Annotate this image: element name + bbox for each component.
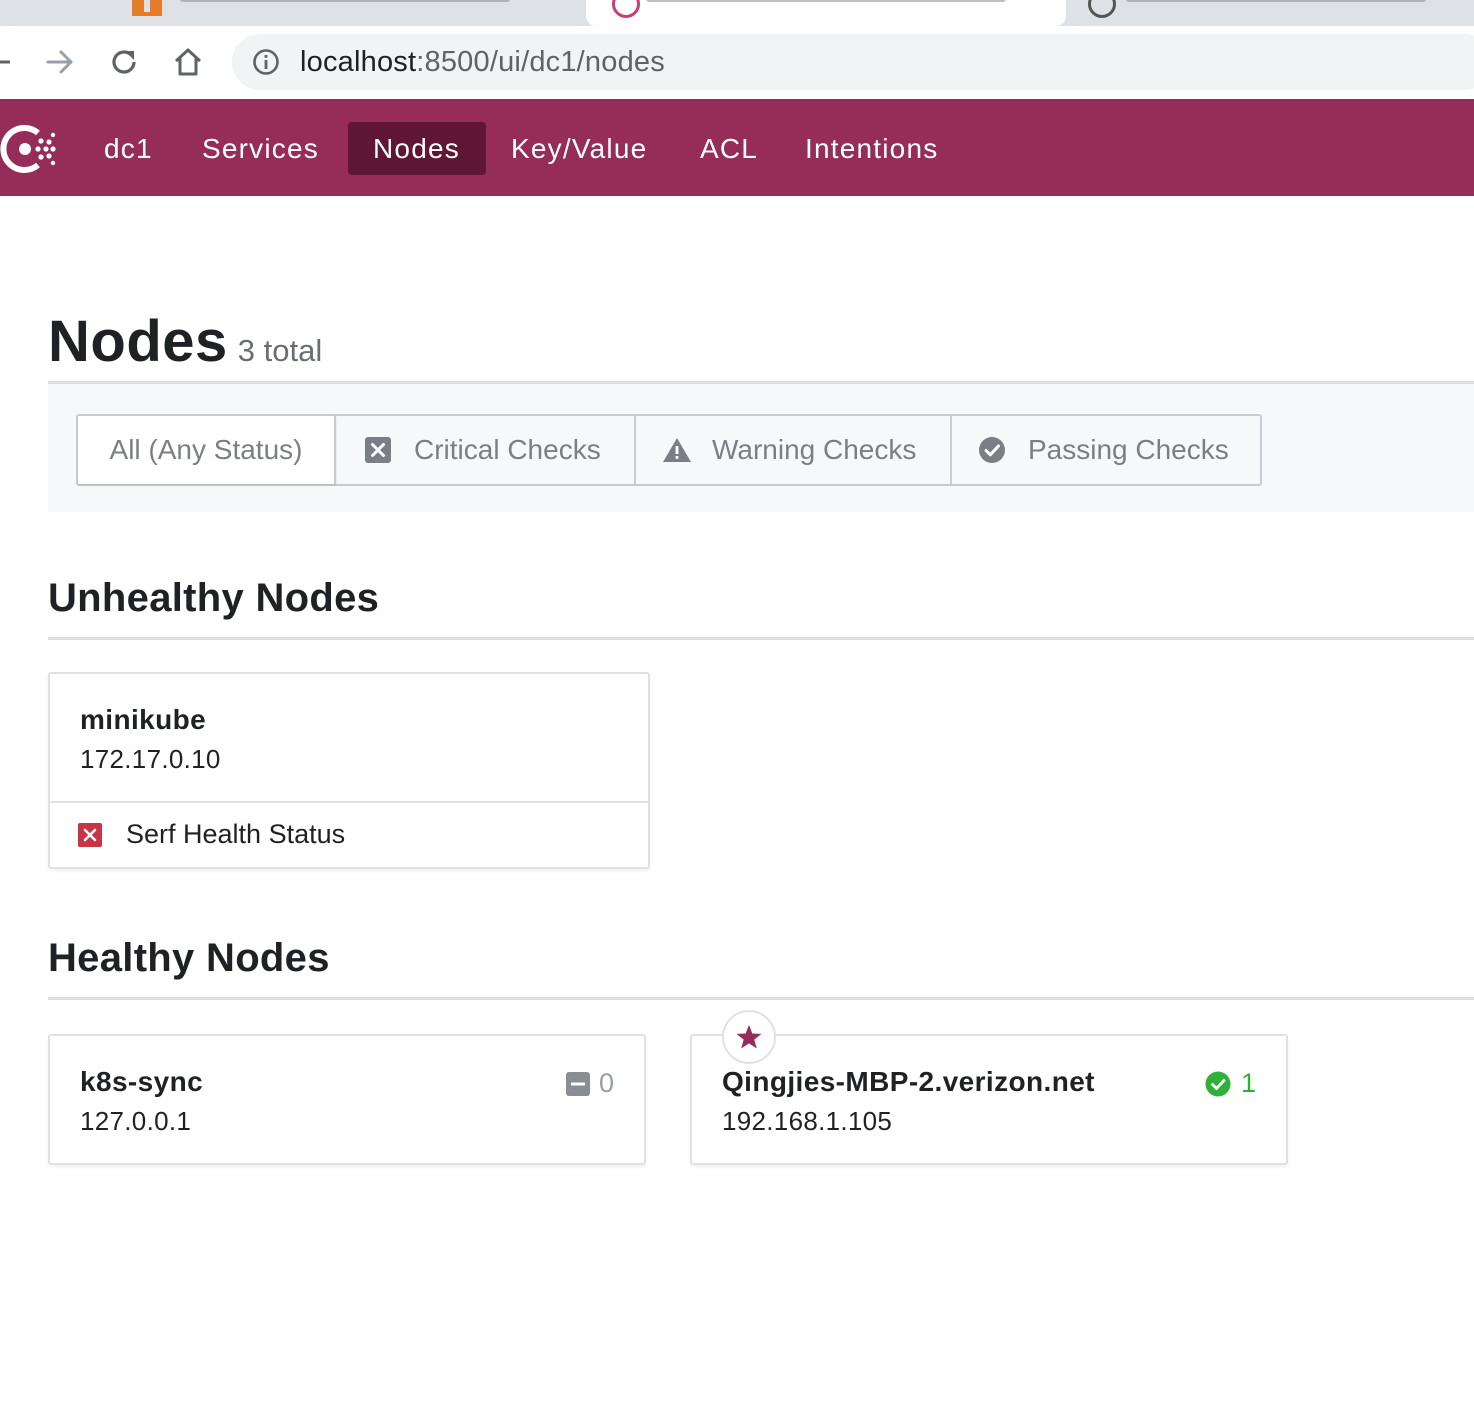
browser-toolbar: localhost:8500/ui/dc1/nodes bbox=[0, 26, 1474, 98]
filter-critical[interactable]: Critical Checks bbox=[336, 416, 636, 484]
info-icon[interactable] bbox=[252, 48, 280, 76]
browser-tab-strip bbox=[0, 0, 1474, 26]
healthy-node-card[interactable]: Qingjies-MBP-2.verizon.net 192.168.1.105… bbox=[690, 1010, 1288, 1165]
nav-item-key-value[interactable]: Key/Value bbox=[486, 122, 672, 175]
healthy-nodes-heading: Healthy Nodes bbox=[48, 936, 330, 980]
check-count-badge: 0 bbox=[565, 1068, 614, 1099]
unhealthy-node-card[interactable]: minikube 172.17.0.10 Serf Health Status bbox=[48, 672, 650, 869]
leader-badge bbox=[722, 1010, 776, 1064]
divider bbox=[48, 637, 1474, 640]
tab-title bbox=[1126, 0, 1426, 2]
node-count: 3 total bbox=[237, 333, 323, 368]
warning-triangle-icon bbox=[662, 436, 691, 464]
passing-check-icon bbox=[1205, 1071, 1231, 1097]
nav-item-intentions[interactable]: Intentions bbox=[780, 122, 963, 175]
filter-passing[interactable]: Passing Checks bbox=[952, 416, 1260, 484]
check-count: 1 bbox=[1240, 1068, 1256, 1098]
passing-check-icon bbox=[978, 436, 1006, 464]
tab-favicon-icon bbox=[132, 0, 162, 16]
filter-all-label: All (Any Status) bbox=[109, 434, 303, 465]
status-filter-group: All (Any Status) Critical Checks Warning… bbox=[76, 414, 1262, 486]
browser-tab[interactable] bbox=[1066, 0, 1474, 26]
star-icon bbox=[735, 1023, 763, 1051]
consul-favicon-icon bbox=[612, 0, 640, 18]
datacenter-selector[interactable]: dc1 bbox=[79, 122, 178, 175]
filter-warning-label: Warning Checks bbox=[712, 434, 917, 465]
filter-critical-label: Critical Checks bbox=[414, 434, 601, 465]
node-name[interactable]: k8s-sync bbox=[80, 1066, 203, 1098]
nav-item-acl[interactable]: ACL bbox=[675, 122, 783, 175]
tab-title bbox=[180, 0, 510, 2]
health-check-name: Serf Health Status bbox=[126, 819, 346, 849]
nav-item-nodes[interactable]: Nodes bbox=[348, 122, 486, 175]
forward-icon[interactable] bbox=[42, 44, 78, 80]
url-host: localhost bbox=[300, 46, 417, 78]
page-header: Nodes 3 total bbox=[48, 308, 322, 375]
consul-nav-bar: dc1 Services Nodes Key/Value ACL Intenti… bbox=[0, 99, 1474, 196]
filter-passing-label: Passing Checks bbox=[1028, 434, 1229, 465]
filter-warning[interactable]: Warning Checks bbox=[636, 416, 952, 484]
address-bar[interactable]: localhost:8500/ui/dc1/nodes bbox=[232, 34, 1474, 90]
node-name[interactable]: minikube bbox=[80, 704, 206, 736]
page-title: Nodes bbox=[48, 309, 228, 374]
check-count: 0 bbox=[598, 1068, 614, 1098]
browser-tab[interactable] bbox=[0, 0, 585, 26]
healthy-node-card[interactable]: k8s-sync 127.0.0.1 0 bbox=[48, 1034, 646, 1165]
unhealthy-nodes-heading: Unhealthy Nodes bbox=[48, 576, 380, 620]
node-address: 127.0.0.1 bbox=[80, 1106, 192, 1136]
critical-x-icon bbox=[364, 436, 392, 464]
filter-bar: All (Any Status) Critical Checks Warning… bbox=[48, 384, 1474, 512]
url-path: :8500/ui/dc1/nodes bbox=[416, 46, 665, 78]
health-check-row[interactable]: Serf Health Status bbox=[78, 819, 345, 850]
divider bbox=[48, 997, 1474, 1000]
check-count-badge: 1 bbox=[1205, 1068, 1256, 1099]
node-name[interactable]: Qingjies-MBP-2.verizon.net bbox=[722, 1066, 1095, 1098]
filter-all-status[interactable]: All (Any Status) bbox=[78, 416, 336, 484]
consul-logo-icon[interactable] bbox=[0, 123, 58, 175]
card-divider bbox=[50, 801, 648, 803]
url-text[interactable]: localhost:8500/ui/dc1/nodes bbox=[300, 46, 665, 78]
node-address: 192.168.1.105 bbox=[722, 1106, 893, 1136]
nav-item-services[interactable]: Services bbox=[177, 122, 344, 175]
tab-favicon-icon bbox=[1088, 0, 1116, 18]
node-address: 172.17.0.10 bbox=[80, 744, 221, 774]
page-content: Nodes 3 total All (Any Status) Critical C… bbox=[0, 196, 1474, 1410]
tab-title bbox=[646, 0, 1006, 2]
browser-tab-active[interactable] bbox=[586, 0, 1066, 26]
reload-icon[interactable] bbox=[106, 44, 142, 80]
back-icon[interactable] bbox=[0, 44, 16, 80]
critical-x-icon bbox=[78, 822, 102, 847]
home-icon[interactable] bbox=[170, 44, 206, 80]
minus-square-icon bbox=[565, 1071, 590, 1096]
